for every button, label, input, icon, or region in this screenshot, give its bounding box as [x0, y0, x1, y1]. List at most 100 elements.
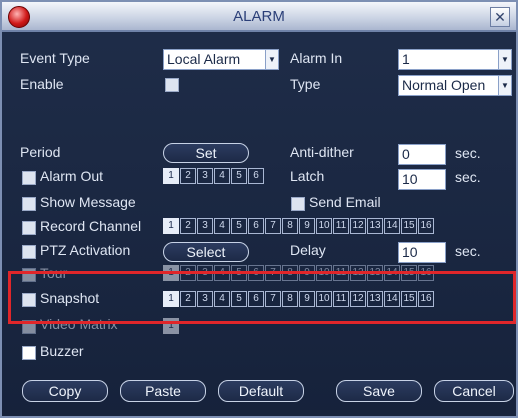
ptz-activation-checkbox[interactable]	[22, 245, 36, 259]
alarm-out-channel-4[interactable]: 4	[214, 168, 230, 184]
ptz-activation-label: PTZ Activation	[40, 242, 131, 258]
show-message-checkbox[interactable]	[22, 197, 36, 211]
send-email-checkbox[interactable]	[291, 197, 305, 211]
snapshot-channel-1[interactable]: 1	[163, 291, 179, 307]
video-matrix-channel-1[interactable]: 1	[163, 318, 179, 334]
tour-channel-9[interactable]: 9	[299, 265, 315, 281]
snapshot-channel-7[interactable]: 7	[265, 291, 281, 307]
tour-channel-3[interactable]: 3	[197, 265, 213, 281]
alarm-out-channel-6[interactable]: 6	[248, 168, 264, 184]
alarm-out-channel-1[interactable]: 1	[163, 168, 179, 184]
tour-channel-11[interactable]: 11	[333, 265, 349, 281]
tour-channel-5[interactable]: 5	[231, 265, 247, 281]
record-channel-channel-1[interactable]: 1	[163, 218, 179, 234]
snapshot-channel-4[interactable]: 4	[214, 291, 230, 307]
snapshot-channel-8[interactable]: 8	[282, 291, 298, 307]
video-matrix-label: Video Matrix	[40, 316, 118, 332]
delay-input[interactable]: 10	[398, 242, 446, 263]
chevron-down-icon: ▼	[498, 50, 511, 69]
paste-button[interactable]: Paste	[120, 380, 206, 402]
enable-label: Enable	[20, 76, 64, 92]
delay-unit: sec.	[455, 243, 481, 259]
ptz-select-button[interactable]: Select	[163, 242, 249, 262]
cancel-button[interactable]: Cancel	[434, 380, 514, 402]
tour-channel-7[interactable]: 7	[265, 265, 281, 281]
tour-label: Tour	[40, 265, 68, 281]
tour-channel-8[interactable]: 8	[282, 265, 298, 281]
period-label: Period	[20, 144, 61, 160]
anti-dither-input[interactable]: 0	[398, 144, 446, 165]
buzzer-checkbox[interactable]	[22, 346, 36, 360]
record-channel-channel-3[interactable]: 3	[197, 218, 213, 234]
type-select[interactable]: Normal Open ▼	[398, 75, 512, 96]
snapshot-channel-9[interactable]: 9	[299, 291, 315, 307]
close-icon[interactable]: ✕	[490, 7, 510, 27]
alarm-out-label: Alarm Out	[40, 168, 104, 184]
record-channel-channel-6[interactable]: 6	[248, 218, 264, 234]
anti-dither-unit: sec.	[455, 145, 481, 161]
record-channel-channel-13[interactable]: 13	[367, 218, 383, 234]
alarm-in-value: 1	[402, 51, 410, 67]
snapshot-channel-3[interactable]: 3	[197, 291, 213, 307]
record-channel-channel-8[interactable]: 8	[282, 218, 298, 234]
record-channel-channel-11[interactable]: 11	[333, 218, 349, 234]
snapshot-channel-11[interactable]: 11	[333, 291, 349, 307]
latch-unit: sec.	[455, 169, 481, 185]
record-channel-channel-7[interactable]: 7	[265, 218, 281, 234]
record-channel-channel-2[interactable]: 2	[180, 218, 196, 234]
tour-channel-1[interactable]: 1	[163, 265, 179, 281]
tour-channel-15[interactable]: 15	[401, 265, 417, 281]
record-channel-channel-10[interactable]: 10	[316, 218, 332, 234]
alarm-in-select[interactable]: 1 ▼	[398, 49, 512, 70]
record-channel-channel-9[interactable]: 9	[299, 218, 315, 234]
record-channel-channel-14[interactable]: 14	[384, 218, 400, 234]
tour-channel-10[interactable]: 10	[316, 265, 332, 281]
tour-channel-12[interactable]: 12	[350, 265, 366, 281]
snapshot-channel-6[interactable]: 6	[248, 291, 264, 307]
snapshot-channel-14[interactable]: 14	[384, 291, 400, 307]
tour-channel-6[interactable]: 6	[248, 265, 264, 281]
record-channel-checkbox[interactable]	[22, 221, 36, 235]
record-channel-channel-16[interactable]: 16	[418, 218, 434, 234]
show-message-label: Show Message	[40, 194, 136, 210]
record-channel-channel-5[interactable]: 5	[231, 218, 247, 234]
record-channel-channels: 1 2 3 4 5 6 7 8 9 10 11 12 13 14 15 16	[163, 218, 434, 234]
send-email-label: Send Email	[309, 194, 381, 210]
record-channel-channel-15[interactable]: 15	[401, 218, 417, 234]
tour-channel-2[interactable]: 2	[180, 265, 196, 281]
alarm-out-channel-5[interactable]: 5	[231, 168, 247, 184]
tour-channel-13[interactable]: 13	[367, 265, 383, 281]
enable-checkbox[interactable]	[165, 78, 179, 92]
tour-channel-4[interactable]: 4	[214, 265, 230, 281]
alarm-out-channel-3[interactable]: 3	[197, 168, 213, 184]
event-type-value: Local Alarm	[167, 51, 241, 67]
snapshot-channel-10[interactable]: 10	[316, 291, 332, 307]
tour-channel-14[interactable]: 14	[384, 265, 400, 281]
snapshot-channel-13[interactable]: 13	[367, 291, 383, 307]
snapshot-label: Snapshot	[40, 290, 100, 306]
event-type-label: Event Type	[20, 50, 90, 66]
event-type-select[interactable]: Local Alarm ▼	[163, 49, 279, 70]
snapshot-channel-15[interactable]: 15	[401, 291, 417, 307]
snapshot-checkbox[interactable]	[22, 293, 36, 307]
video-matrix-checkbox[interactable]	[22, 320, 36, 334]
alarm-out-channel-2[interactable]: 2	[180, 168, 196, 184]
period-set-button[interactable]: Set	[163, 143, 249, 163]
copy-button[interactable]: Copy	[22, 380, 108, 402]
type-label: Type	[290, 76, 321, 92]
snapshot-channel-12[interactable]: 12	[350, 291, 366, 307]
snapshot-channel-2[interactable]: 2	[180, 291, 196, 307]
snapshot-channel-5[interactable]: 5	[231, 291, 247, 307]
latch-input[interactable]: 10	[398, 169, 446, 190]
record-channel-channel-12[interactable]: 12	[350, 218, 366, 234]
save-button[interactable]: Save	[336, 380, 422, 402]
delay-label: Delay	[290, 242, 326, 258]
tour-channel-16[interactable]: 16	[418, 265, 434, 281]
record-channel-channel-4[interactable]: 4	[214, 218, 230, 234]
default-button[interactable]: Default	[218, 380, 304, 402]
alarm-out-checkbox[interactable]	[22, 171, 36, 185]
alarm-window: ALARM ✕ Event Type Local Alarm ▼ Alarm I…	[0, 0, 518, 418]
tour-channels: 1 2 3 4 5 6 7 8 9 10 11 12 13 14 15 16	[163, 265, 434, 281]
snapshot-channel-16[interactable]: 16	[418, 291, 434, 307]
tour-checkbox[interactable]	[22, 268, 36, 282]
